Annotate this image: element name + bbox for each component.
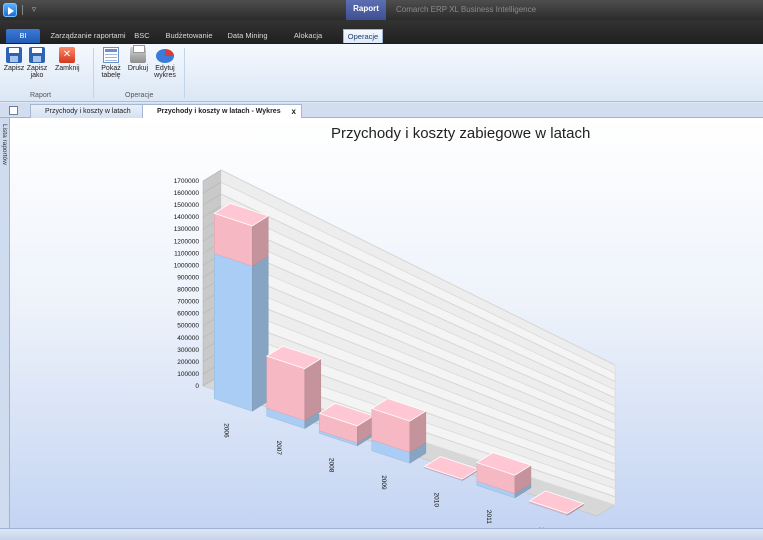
y-tick-label: 0 [195, 383, 199, 390]
y-tick-label: 400000 [177, 335, 199, 342]
ribbon: Zapisz Zapisz jako Zamknij Raport Pokaż … [0, 44, 763, 102]
y-tick-label: 1500000 [174, 202, 200, 209]
save-as-icon [29, 47, 45, 63]
tab-zarzadzanie-raportami[interactable]: Zarządzanie raportami [50, 29, 126, 43]
print-button[interactable]: Drukuj [126, 45, 150, 72]
x-tick-label: 2006 [222, 423, 229, 438]
ribbon-tab-row: BI Zarządzanie raportami BSC Budżetowani… [0, 20, 763, 54]
x-tick-label: 2008 [327, 458, 334, 473]
report-list-label: Lista raportów [1, 124, 8, 165]
x-tick-label: 2009 [380, 475, 387, 490]
doc-tab-wykres[interactable]: Przychody i koszty w latach - Wykres x [142, 104, 302, 118]
group-label-raport: Raport [30, 92, 52, 99]
show-table-button[interactable]: Pokaż tabelę [100, 47, 122, 79]
panel-toggle-icon[interactable] [9, 106, 18, 115]
status-bar [0, 528, 763, 540]
y-tick-label: 1300000 [174, 226, 200, 233]
save-as-button[interactable]: Zapisz jako [26, 47, 48, 79]
close-icon [59, 47, 75, 63]
doc-tab-label: Przychody i koszty w latach [45, 108, 131, 115]
group-label-operacje: Operacje [125, 92, 154, 99]
print-label: Drukuj [127, 65, 149, 72]
chart-svg: 0 100000 200000 300000 400000 500000 600000 700… [174, 169, 616, 528]
y-tick-label: 900000 [177, 274, 199, 281]
chart-area: Przychody i koszty zabiegowe w latach 01… [10, 118, 763, 528]
y-tick-label: 500000 [177, 323, 199, 330]
tab-budzetowanie[interactable]: Budżetowanie [163, 29, 215, 43]
y-tick-label: 1600000 [174, 190, 200, 197]
y-tick-label: 1400000 [174, 214, 200, 221]
y-tick-label: 300000 [177, 347, 199, 354]
x-tick-label: 2011 [485, 510, 492, 524]
pie-chart-icon [156, 49, 174, 63]
bar-2007-side-1 [304, 358, 322, 422]
doc-tab-label-active: Przychody i koszty w latach - Wykres [157, 108, 281, 115]
quick-access-dropdown-icon[interactable]: ▿ [28, 3, 40, 15]
tab-operacje[interactable]: Operacje [343, 29, 383, 43]
tab-data-mining[interactable]: Data Mining [226, 29, 269, 43]
bar-2006-side-0 [252, 255, 269, 412]
document-tab-bar: Przychody i koszty w latach Przychody i … [0, 103, 763, 118]
app-menu-icon[interactable] [3, 3, 17, 17]
x-tick-label: 2010 [432, 493, 439, 508]
close-report-button[interactable]: Zamknij [55, 47, 80, 72]
y-tick-label: 600000 [177, 311, 199, 318]
group-separator-2 [184, 48, 185, 98]
y-tick-label: 800000 [177, 287, 199, 294]
doc-tab-przychody-i-koszty[interactable]: Przychody i koszty w latach [30, 104, 150, 118]
y-tick-label: 1100000 [174, 250, 199, 257]
close-tab-icon[interactable]: x [292, 105, 296, 118]
title-bar: ▿ Raport Comarch ERP XL Business Intelli… [0, 0, 763, 20]
tab-bi[interactable]: BI [6, 29, 40, 43]
table-icon [103, 47, 119, 63]
tab-alokacja-kosztow[interactable]: Alokacja kosztów [280, 29, 336, 54]
printer-icon [130, 45, 146, 63]
window-title: Comarch ERP XL Business Intelligence [396, 5, 537, 14]
report-list-panel[interactable]: Lista raportów [0, 118, 10, 528]
x-tick-label: 2007 [275, 441, 282, 456]
save-label: Zapisz [3, 65, 25, 72]
context-tab-raport[interactable]: Raport [346, 0, 386, 20]
y-tick-label: 1000000 [174, 262, 200, 269]
save-as-label: Zapisz jako [26, 65, 48, 79]
bar-2006-front-0 [214, 253, 253, 412]
group-separator [93, 48, 94, 98]
edit-chart-label: Edytuj wykres [154, 65, 176, 79]
tab-bsc[interactable]: BSC [131, 29, 153, 43]
y-tick-label: 100000 [177, 371, 199, 378]
save-button[interactable]: Zapisz [3, 47, 25, 72]
quick-access-separator [22, 5, 23, 15]
y-tick-label: 1700000 [174, 178, 200, 185]
y-tick-label: 700000 [177, 299, 199, 306]
y-tick-label: 1200000 [174, 238, 200, 245]
save-icon [6, 47, 22, 63]
show-table-label: Pokaż tabelę [101, 65, 121, 79]
close-label: Zamknij [55, 65, 80, 72]
edit-chart-button[interactable]: Edytuj wykres [152, 47, 178, 79]
y-tick-label: 200000 [177, 359, 199, 366]
